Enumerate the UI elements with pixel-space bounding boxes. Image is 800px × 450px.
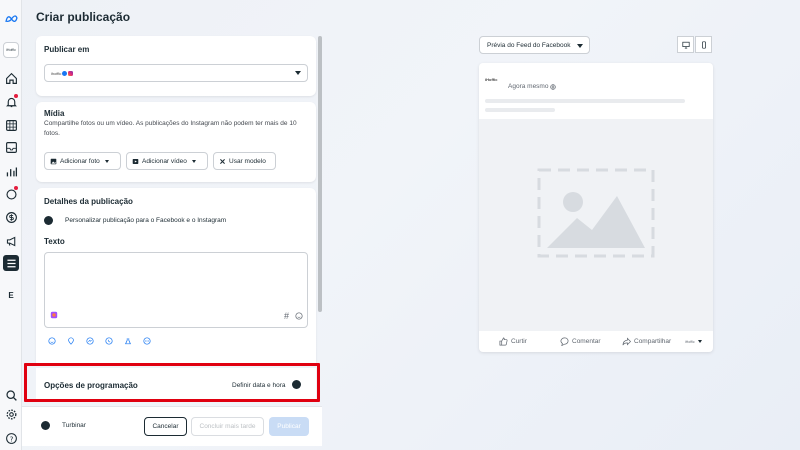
mobile-preview-button[interactable] <box>695 36 712 53</box>
text-placeholder-bar <box>485 108 555 112</box>
post-text-input[interactable]: # <box>44 252 308 328</box>
video-icon <box>132 158 139 164</box>
comment-label: Comentar <box>572 338 601 345</box>
photo-icon <box>50 158 57 164</box>
facebook-feed-preview-card: iHoffic Agora mesmo Curtir Comentar Comp… <box>479 63 713 352</box>
lab-flask-icon[interactable] <box>124 337 132 345</box>
chevron-down-icon <box>191 159 196 163</box>
preview-type-select[interactable]: Prévia do Feed do Facebook <box>479 36 590 54</box>
publish-account-select[interactable]: ihoffic <box>44 64 308 82</box>
settings-gear-icon[interactable] <box>3 406 19 422</box>
account-avatar-text: iHoffic <box>6 48 16 52</box>
cancel-button[interactable]: Cancelar <box>144 417 187 436</box>
publish-in-panel: Publicar em ihoffic <box>36 36 316 96</box>
preview-account-name: iHoffic <box>485 77 498 82</box>
add-photo-label: Adicionar foto <box>60 157 100 165</box>
boost-label: Turbinar <box>62 422 86 429</box>
template-icon <box>220 158 225 164</box>
chevron-down-icon <box>697 340 702 343</box>
share-action[interactable]: Compartilhar <box>622 337 671 346</box>
help-icon[interactable]: ? <box>3 430 19 446</box>
media-placeholder-area <box>479 119 713 331</box>
audience-select[interactable]: iHoffic <box>685 340 702 344</box>
preview-type-label: Prévia do Feed do Facebook <box>487 41 571 49</box>
preview-actions-bar: Curtir Comentar Compartilhar iHoffic <box>479 331 713 352</box>
left-panel-scrollbar[interactable] <box>318 36 322 312</box>
left-navigation-rail: iHoffic E ? <box>0 0 22 450</box>
instagram-icon <box>68 71 74 76</box>
chat-badge <box>14 186 18 190</box>
preview-time-label: Agora mesmo <box>508 83 549 90</box>
share-icon <box>622 337 631 346</box>
use-template-label: Usar modelo <box>229 157 266 165</box>
scheduling-highlight-box <box>24 363 320 402</box>
more-options-icon[interactable] <box>143 337 151 345</box>
desktop-icon <box>681 41 690 49</box>
like-label: Curtir <box>511 338 527 345</box>
chevron-down-icon <box>295 71 301 75</box>
bottom-action-bar: Turbinar Cancelar Concluir mais tarde Pu… <box>22 406 322 446</box>
whatsapp-icon[interactable] <box>105 337 113 345</box>
monetization-icon[interactable] <box>3 209 19 225</box>
chevron-down-icon <box>577 44 583 48</box>
post-details-panel: Detalhes da publicação Personalizar publ… <box>36 188 316 363</box>
comment-icon <box>560 337 569 346</box>
desktop-preview-button[interactable] <box>677 36 694 53</box>
rail-letter-item[interactable]: E <box>3 287 19 303</box>
emoji-icon[interactable] <box>48 337 56 345</box>
audience-account: iHoffic <box>685 339 695 344</box>
globe-icon <box>550 83 557 90</box>
facebook-icon <box>62 71 68 76</box>
insights-chart-icon[interactable] <box>3 163 19 179</box>
use-template-button[interactable]: Usar modelo <box>213 152 276 170</box>
text-placeholder-bar <box>485 99 685 103</box>
text-label: Texto <box>44 237 65 246</box>
like-action[interactable]: Curtir <box>499 337 527 346</box>
thumbs-up-icon <box>499 337 508 346</box>
inbox-icon[interactable] <box>3 139 19 155</box>
notification-badge <box>14 94 18 98</box>
image-placeholder-icon <box>537 168 655 258</box>
add-video-label: Adicionar vídeo <box>142 157 187 165</box>
home-icon[interactable] <box>3 70 19 86</box>
account-avatar[interactable]: iHoffic <box>3 42 19 58</box>
add-photo-button[interactable]: Adicionar foto <box>44 152 121 170</box>
media-description: Compartilhe fotos ou um vídeo. As public… <box>44 120 297 137</box>
chevron-down-icon <box>104 159 109 163</box>
post-details-title: Detalhes da publicação <box>44 197 133 206</box>
finish-later-button[interactable]: Concluir mais tarde <box>191 417 264 436</box>
account-text: ihoffic <box>51 71 62 76</box>
chat-icon[interactable] <box>3 186 19 202</box>
ads-megaphone-icon[interactable] <box>3 233 19 249</box>
meta-logo-icon[interactable] <box>3 10 19 26</box>
boost-toggle[interactable] <box>41 421 50 430</box>
publish-in-title: Publicar em <box>44 45 90 54</box>
svg-text:?: ? <box>9 434 13 443</box>
page-title: Criar publicação <box>36 10 131 24</box>
emoji-icon[interactable] <box>295 312 303 320</box>
selected-account: ihoffic <box>51 71 74 76</box>
share-label: Compartilhar <box>634 338 672 345</box>
planner-grid-icon[interactable] <box>3 117 19 133</box>
all-tools-menu-icon[interactable] <box>3 255 19 271</box>
mobile-icon <box>701 40 706 49</box>
media-panel: Mídia Compartilhe fotos ou um vídeo. As … <box>36 102 316 182</box>
customize-toggle[interactable] <box>44 216 53 225</box>
messenger-icon[interactable] <box>86 337 94 345</box>
add-video-button[interactable]: Adicionar vídeo <box>126 152 208 170</box>
hashtag-button[interactable]: # <box>284 311 289 321</box>
customize-toggle-label: Personalizar publicação para o Facebook … <box>65 217 227 224</box>
search-icon[interactable] <box>3 387 19 403</box>
media-title: Mídia <box>44 109 65 118</box>
ai-assistant-icon[interactable] <box>50 311 58 319</box>
preview-post-time: Agora mesmo <box>508 83 557 90</box>
publish-button[interactable]: Publicar <box>269 417 309 436</box>
comment-action[interactable]: Comentar <box>560 337 601 346</box>
location-pin-icon[interactable] <box>67 337 75 345</box>
notifications-icon[interactable] <box>3 94 19 110</box>
